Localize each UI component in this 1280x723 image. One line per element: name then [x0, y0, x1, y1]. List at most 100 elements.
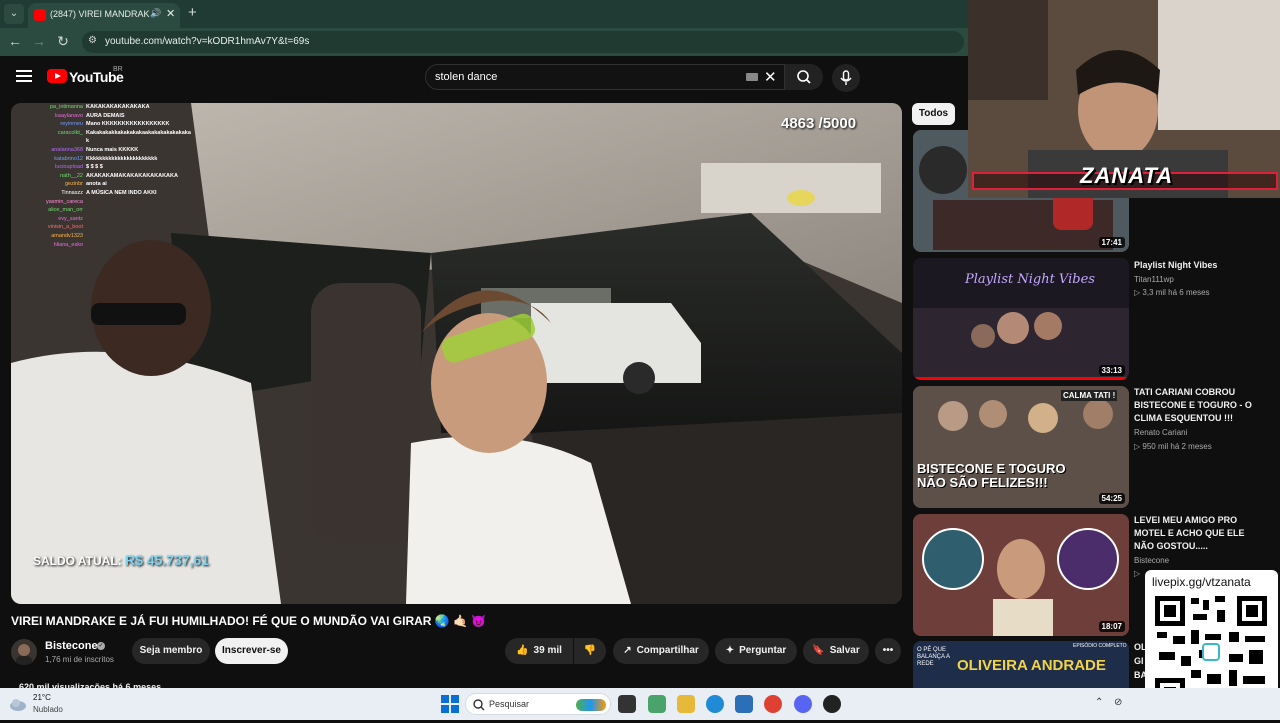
- discord-icon[interactable]: [794, 695, 812, 713]
- chat-text: Kakakakakkakakakakaakakakakakakaka: [86, 129, 191, 136]
- chat-text: anota ai: [86, 181, 107, 188]
- network-icon[interactable]: ⊘: [1114, 697, 1122, 708]
- chat-username: kaaylanavo: [55, 112, 83, 119]
- ask-button[interactable]: ✦ Perguntar: [715, 638, 797, 664]
- related-thumbnail-5[interactable]: O PÉ QUE BALANÇA A REDE EPISÓDIO COMPLET…: [913, 641, 1129, 688]
- subscribe-button[interactable]: Inscrever-se: [215, 638, 288, 664]
- chat-username: evy_santz: [58, 215, 83, 222]
- chat-username: alice_man_orr: [48, 207, 83, 214]
- thumbnail-text: OLIVEIRA ANDRADE: [957, 657, 1106, 674]
- more-actions-button[interactable]: •••: [875, 638, 901, 664]
- weather-cloud-icon[interactable]: [8, 694, 28, 714]
- search-button[interactable]: [785, 64, 823, 90]
- related-channel-2[interactable]: Titan111wp: [1134, 275, 1174, 284]
- thumbnail-small-text: O PÉ QUE BALANÇA A REDE: [917, 647, 950, 667]
- taskbar-search[interactable]: Pesquisar: [465, 693, 611, 715]
- weather-condition: Nublado: [33, 705, 63, 714]
- clear-search-icon[interactable]: ✕: [764, 68, 777, 86]
- tab-search-button[interactable]: ⌄: [4, 4, 24, 24]
- chrome-icon[interactable]: [764, 695, 782, 713]
- related-thumbnail-4[interactable]: 18:07: [913, 514, 1129, 636]
- tab-title: (2847) VIREI MANDRAKE E: [50, 9, 150, 19]
- balance-overlay: SALDO ATUAL: R$ 45.737,61: [33, 552, 209, 568]
- channel-name[interactable]: Bistecone: [45, 640, 98, 652]
- join-button[interactable]: Seja membro: [132, 638, 210, 664]
- thumbs-down-icon: 👎: [583, 645, 597, 656]
- keyboard-icon[interactable]: [746, 73, 758, 81]
- search-query: stolen dance: [435, 71, 498, 83]
- weather-temperature: 21°C: [33, 693, 51, 702]
- like-count: 39 mil: [533, 645, 562, 656]
- tab-close-icon[interactable]: ✕: [166, 7, 175, 20]
- chat-username: katabrino12: [54, 155, 83, 162]
- related-channel-4[interactable]: Bistecone: [1134, 556, 1169, 565]
- video-duration: 17:41: [1098, 237, 1125, 248]
- file-explorer-icon[interactable]: [677, 695, 695, 713]
- chat-username: lucioupload: [55, 164, 83, 171]
- like-button[interactable]: 👍 39 mil: [505, 638, 573, 664]
- task-view-icon[interactable]: [618, 695, 636, 713]
- youtube-masthead: YouTube BR stolen dance ✕: [0, 56, 968, 102]
- obs-icon[interactable]: [823, 695, 841, 713]
- store-icon[interactable]: [735, 695, 753, 713]
- related-meta-4: ▷: [1134, 569, 1141, 578]
- address-bar[interactable]: ⚙ youtube.com/watch?v=kODR1hmAv7Y&t=69s: [82, 31, 964, 53]
- tray-chevron-icon[interactable]: ⌃: [1095, 697, 1103, 708]
- hamburger-menu-icon[interactable]: [16, 70, 32, 82]
- related-thumbnail-3[interactable]: CALMA TATI ! BISTECONE E TOGURO NÃO SÃO …: [913, 386, 1129, 508]
- url-text: youtube.com/watch?v=kODR1hmAv7Y&t=69s: [105, 36, 310, 47]
- more-dots-icon: •••: [882, 645, 894, 656]
- channel-avatar[interactable]: [11, 639, 37, 665]
- windows-start-icon[interactable]: [440, 694, 460, 714]
- chat-username: amandv1323: [51, 233, 83, 239]
- video-player[interactable]: pa_intimanna KAKAKAKAKAKAKAKA kaaylanavo AU…: [11, 103, 902, 604]
- chat-username: Tinnaszz: [61, 190, 83, 196]
- youtube-favicon-icon: [34, 9, 46, 21]
- chat-text: KAKAKAKAKAKAKAKA: [86, 104, 150, 110]
- voice-search-button[interactable]: [832, 64, 860, 92]
- sparkle-icon: ✦: [725, 645, 735, 656]
- youtube-logo-icon[interactable]: [47, 69, 67, 83]
- video-duration: 33:13: [1098, 365, 1125, 376]
- app-icon[interactable]: [648, 695, 666, 713]
- donation-url: livepix.gg/vtzanata: [1152, 575, 1251, 589]
- browser-tab[interactable]: (2847) VIREI MANDRAKE E 🔊 ✕: [28, 3, 180, 28]
- audio-playing-icon[interactable]: 🔊: [150, 8, 161, 19]
- back-arrow-icon[interactable]: ←: [6, 33, 24, 49]
- thumbnail-text: BISTECONE E TOGURO NÃO SÃO FELIZES!!!: [917, 461, 1066, 490]
- ask-label: Perguntar: [739, 645, 787, 656]
- thumbs-up-icon: 👍: [516, 645, 529, 656]
- forward-arrow-icon[interactable]: →: [30, 33, 48, 49]
- chat-text: k: [86, 138, 90, 145]
- chat-text: AURA DEMAIS: [86, 112, 125, 119]
- save-button[interactable]: 🔖 Salvar: [803, 638, 869, 664]
- filter-chip-all[interactable]: Todos: [912, 103, 955, 125]
- thumbnail-tag: EPISÓDIO COMPLETO: [1073, 643, 1127, 649]
- site-info-icon[interactable]: ⚙: [88, 35, 97, 46]
- related-thumbnail-2[interactable]: Playlist Night Vibes 33:13: [913, 258, 1129, 380]
- chat-username: caracolkt_: [57, 129, 83, 136]
- windows-taskbar: ⌃ ⊘: [0, 688, 1280, 720]
- chat-username: reyinmeu: [60, 121, 83, 128]
- live-chat-overlay: pa_intimanna KAKAKAKAKAKAKAKA kaaylanavo AU…: [11, 103, 211, 249]
- watch-progress-bar: [913, 377, 1129, 380]
- thumbnail-text: Playlist Night Vibes: [965, 272, 1095, 287]
- share-button[interactable]: ↗ Compartilhar: [613, 638, 709, 664]
- chat-text: A MÚSICA NEM INDO AKKI: [86, 190, 157, 196]
- balance-label: SALDO ATUAL:: [33, 554, 122, 568]
- related-title-2[interactable]: Playlist Night Vibes: [1134, 259, 1262, 272]
- related-channel-3[interactable]: Renato Cariani: [1134, 428, 1187, 437]
- search-input[interactable]: stolen dance ✕: [425, 64, 785, 90]
- balance-value: R$ 45.737,61: [125, 552, 210, 568]
- new-tab-button[interactable]: +: [188, 4, 197, 21]
- bookmark-icon: 🔖: [812, 645, 825, 656]
- reload-icon[interactable]: ↻: [54, 33, 72, 50]
- related-title-3[interactable]: TATI CARIANI COBROU BISTECONE E TOGURO -…: [1134, 386, 1262, 425]
- dislike-button[interactable]: 👎: [574, 638, 606, 664]
- chat-text: $ $ $ $: [86, 164, 103, 171]
- chat-username: gezinbr: [64, 181, 83, 188]
- video-duration: 54:25: [1098, 493, 1125, 504]
- chat-username: hliana_esko: [53, 241, 83, 248]
- related-title-4[interactable]: LEVEI MEU AMIGO PRO MOTEL E ACHO QUE ELE…: [1134, 514, 1262, 553]
- edge-browser-icon[interactable]: [706, 695, 724, 713]
